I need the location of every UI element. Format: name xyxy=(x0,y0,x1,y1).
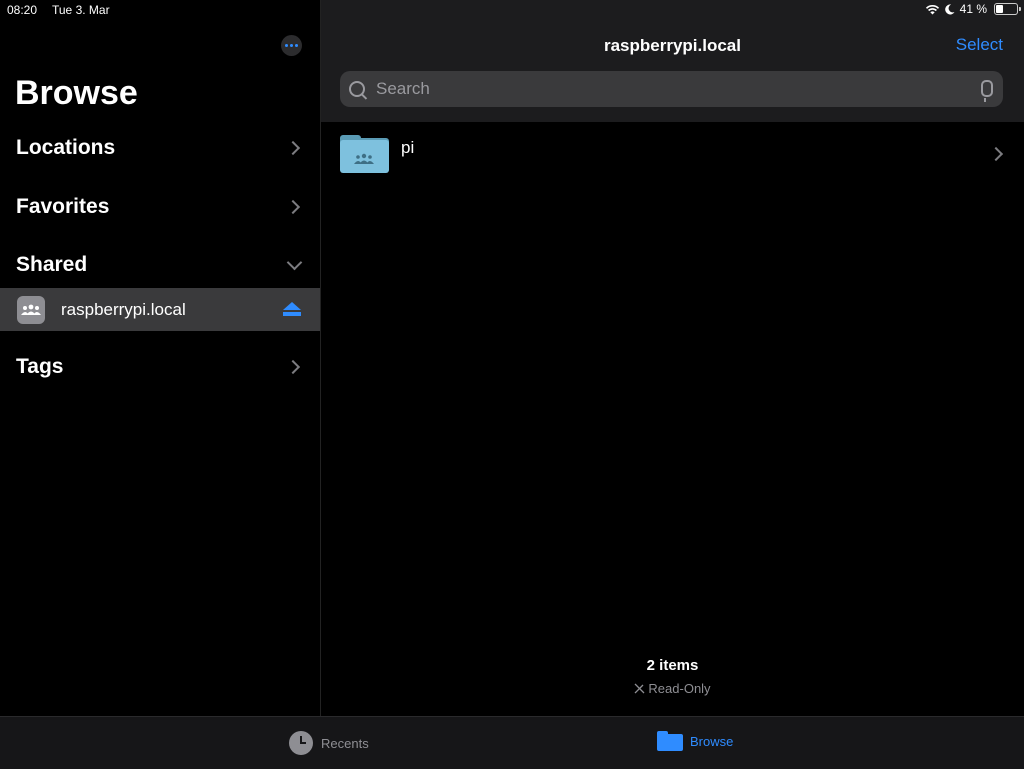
tab-bar: Recents Browse xyxy=(0,716,1024,769)
read-only-status: Read-Only xyxy=(321,681,1024,696)
section-shared[interactable]: Shared xyxy=(16,253,304,277)
item-count: 2 items xyxy=(646,657,699,674)
dot-icon xyxy=(295,44,298,47)
search-bar[interactable] xyxy=(340,71,1003,107)
chevron-right-icon xyxy=(988,146,1004,162)
main-pane: raspberrypi.local Select pi 2 items Read… xyxy=(321,0,1024,716)
section-label: Tags xyxy=(16,355,64,378)
section-label: Locations xyxy=(16,136,116,159)
people-icon xyxy=(354,153,374,164)
battery-icon xyxy=(994,3,1021,15)
chevron-right-icon xyxy=(285,359,301,375)
file-row-pi[interactable]: pi xyxy=(340,130,1010,178)
section-tags[interactable]: Tags xyxy=(16,355,304,379)
shared-server-icon xyxy=(17,295,45,324)
section-locations[interactable]: Locations xyxy=(16,136,304,160)
folder-icon xyxy=(657,731,683,751)
pencil-slash-icon xyxy=(634,683,645,694)
sidebar-item-raspberrypi[interactable]: raspberrypi.local xyxy=(0,288,320,331)
dot-icon xyxy=(290,44,293,47)
sidebar: Browse Locations Favorites Shared raspbe… xyxy=(0,0,321,716)
moon-icon xyxy=(944,3,955,14)
section-label: Shared xyxy=(16,253,88,276)
section-label: Favorites xyxy=(16,195,110,218)
status-right: 41 % xyxy=(925,2,1021,16)
status-date: Tue 3. Mar xyxy=(52,3,110,17)
sidebar-item-label: raspberrypi.local xyxy=(61,299,186,319)
dot-icon xyxy=(285,44,288,47)
sidebar-title: Browse xyxy=(15,74,138,112)
chevron-down-icon xyxy=(286,254,303,270)
status-time: 08:20 xyxy=(7,3,38,17)
wifi-icon xyxy=(925,4,939,14)
tab-label: Browse xyxy=(690,733,734,749)
people-icon xyxy=(21,304,41,315)
status-bar: 08:20 Tue 3. Mar 41 % xyxy=(0,0,1024,20)
read-only-label: Read-Only xyxy=(648,681,711,696)
tab-browse[interactable]: Browse xyxy=(657,731,733,751)
page-title: raspberrypi.local xyxy=(603,36,741,55)
select-button[interactable]: Select xyxy=(956,35,1003,55)
chevron-right-icon xyxy=(285,199,301,215)
clock-icon xyxy=(289,731,313,755)
search-input[interactable] xyxy=(374,78,958,100)
battery-percent: 41 % xyxy=(959,2,987,16)
eject-icon[interactable] xyxy=(283,302,301,318)
chevron-right-icon xyxy=(285,140,301,156)
section-favorites[interactable]: Favorites xyxy=(16,195,304,219)
microphone-icon[interactable] xyxy=(981,80,993,102)
more-options-button[interactable] xyxy=(281,35,302,56)
tab-label: Recents xyxy=(321,735,369,751)
shared-folder-icon xyxy=(340,135,389,173)
tab-recents[interactable]: Recents xyxy=(289,731,369,755)
file-name: pi xyxy=(401,138,415,157)
search-icon xyxy=(349,81,365,97)
